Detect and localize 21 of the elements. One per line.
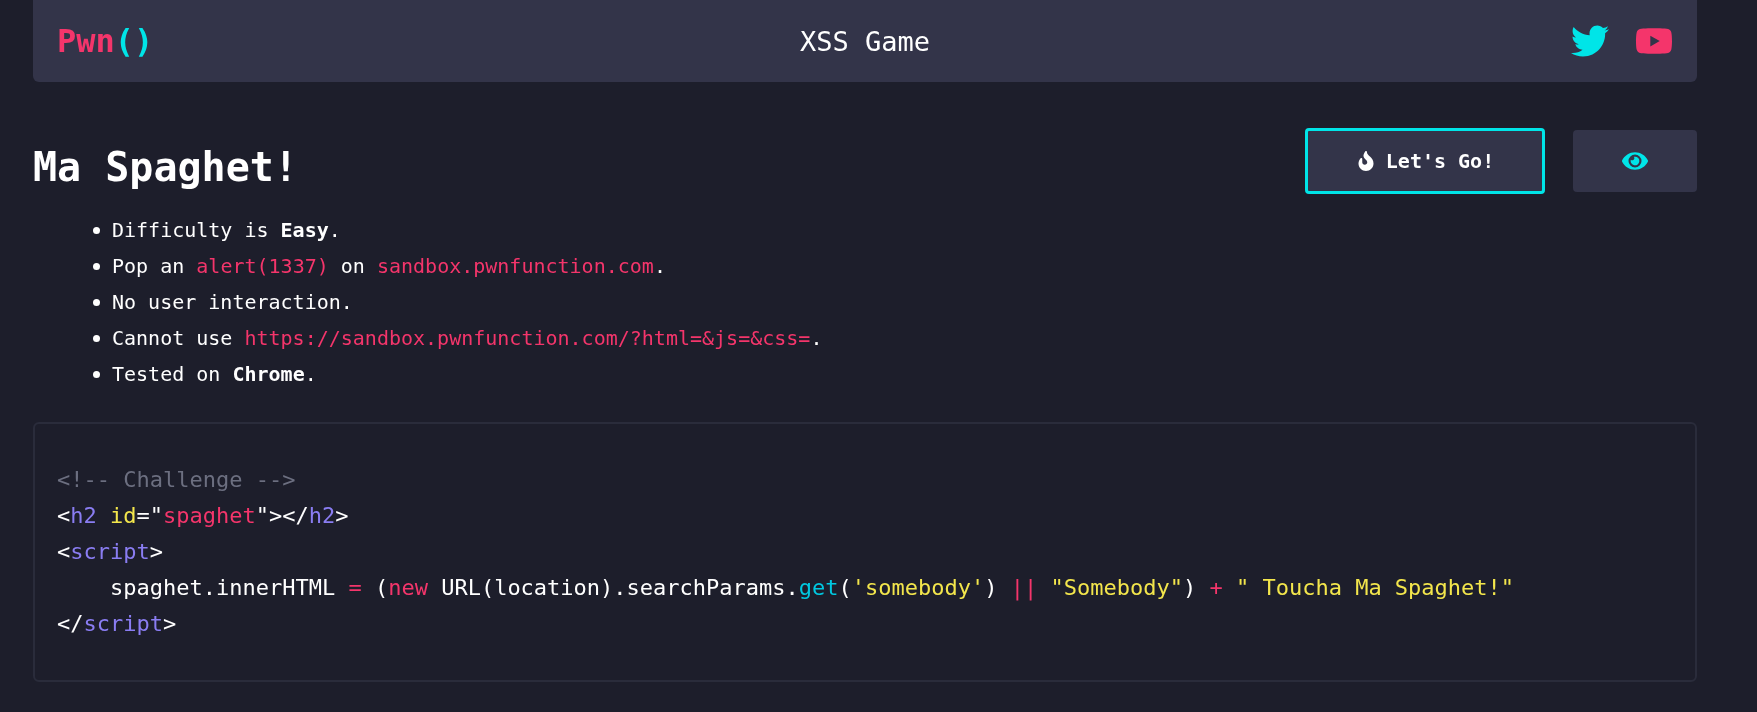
page-title: XSS Game	[799, 25, 930, 57]
rule-text: Difficulty is Easy.	[112, 217, 341, 244]
code-line: spaghet.innerHTML = (new URL(location).searchParams.get('somebody') || "Somebody") + " Toucha Ma Spaghet!"	[108, 574, 1516, 603]
code-line: <!-- Challenge -->	[57, 466, 297, 494]
bullet	[93, 262, 100, 270]
rule-text: Pop an alert(1337) on sandbox.pwnfunction.com.	[112, 253, 666, 280]
bullet	[93, 334, 100, 342]
bullet	[93, 226, 100, 234]
bullet	[93, 370, 100, 378]
rule-text: Cannot use https://sandbox.pwnfunction.com/?html=&js=&css=.	[112, 325, 823, 352]
lets-go-button[interactable]: Let's Go!	[1305, 128, 1545, 194]
view-button[interactable]	[1573, 130, 1697, 192]
challenge-title: Ma Spaghet!	[33, 144, 298, 190]
code-line: </script>	[57, 610, 178, 638]
code-line: <script>	[57, 538, 164, 566]
flame-icon	[1355, 151, 1376, 171]
site-logo[interactable]: Pwn()	[57, 22, 800, 60]
rule-text: Tested on Chrome.	[112, 361, 317, 388]
rule-text: No user interaction.	[112, 289, 353, 316]
bullet	[93, 298, 100, 306]
code-line: <h2 id="spaghet"></h2>	[57, 502, 350, 530]
